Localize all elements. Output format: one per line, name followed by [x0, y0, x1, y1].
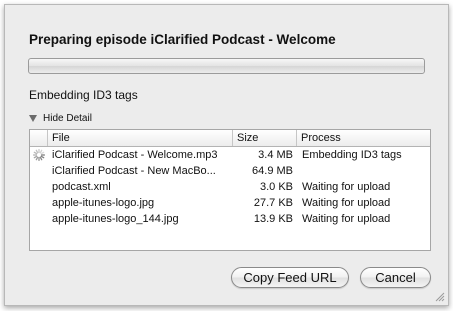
column-header-size[interactable]: Size — [233, 130, 297, 146]
status-text: Embedding ID3 tags — [29, 88, 138, 102]
row-file-size: 3.4 MB — [258, 149, 293, 161]
row-status-cell — [30, 147, 48, 163]
row-status-cell — [30, 179, 48, 195]
dialog-title: Preparing episode iClarified Podcast - W… — [29, 32, 336, 47]
row-file-name: apple-itunes-logo.jpg — [52, 197, 155, 209]
row-process: Waiting for upload — [302, 197, 391, 209]
row-file-name: iClarified Podcast - Welcome.mp3 — [52, 149, 218, 161]
row-status-cell — [30, 163, 48, 179]
hide-detail-toggle[interactable]: Hide Detail — [29, 111, 92, 125]
table-row[interactable]: podcast.xml 3.0 KB Waiting for upload — [30, 179, 430, 195]
row-file-name: podcast.xml — [52, 181, 111, 193]
row-process — [297, 163, 430, 179]
row-status-cell — [30, 211, 48, 227]
column-header-status[interactable] — [30, 130, 48, 146]
row-status-cell — [30, 195, 48, 211]
resize-grip-icon[interactable] — [434, 291, 445, 302]
spinner-icon — [33, 149, 45, 161]
row-file-size: 3.0 KB — [259, 181, 293, 193]
row-process: Embedding ID3 tags — [302, 149, 402, 161]
disclosure-triangle-icon[interactable] — [29, 114, 37, 122]
table-body: iClarified Podcast - Welcome.mp3 3.4 MB Em… — [30, 147, 430, 227]
hide-detail-label[interactable]: Hide Detail — [43, 113, 92, 124]
table-row[interactable]: iClarified Podcast - Welcome.mp3 3.4 MB Em… — [30, 147, 430, 163]
row-file-name: iClarified Podcast - New MacBo... — [52, 165, 216, 177]
row-process: Waiting for upload — [302, 181, 391, 193]
row-file-name: apple-itunes-logo_144.jpg — [52, 213, 179, 225]
row-file-size: 64.9 MB — [252, 165, 293, 177]
column-header-file[interactable]: File — [48, 130, 233, 146]
copy-feed-url-button[interactable]: Copy Feed URL — [231, 267, 349, 288]
table-row[interactable]: apple-itunes-logo.jpg 27.7 KB Waiting for … — [30, 195, 430, 211]
row-process: Waiting for upload — [302, 213, 391, 225]
cancel-button[interactable]: Cancel — [360, 267, 431, 288]
table-header: File Size Process — [30, 130, 430, 147]
column-header-process[interactable]: Process — [297, 130, 430, 146]
progress-dialog: Preparing episode iClarified Podcast - W… — [4, 4, 449, 306]
table-row[interactable]: apple-itunes-logo_144.jpg 13.9 KB Waiting … — [30, 211, 430, 227]
table-row[interactable]: iClarified Podcast - New MacBo... 64.9 MB — [30, 163, 430, 179]
row-file-size: 27.7 KB — [253, 197, 293, 209]
row-file-size: 13.9 KB — [253, 213, 293, 225]
progress-bar — [28, 58, 425, 74]
file-table: File Size Process iClarified Podcast - W… — [29, 129, 431, 251]
